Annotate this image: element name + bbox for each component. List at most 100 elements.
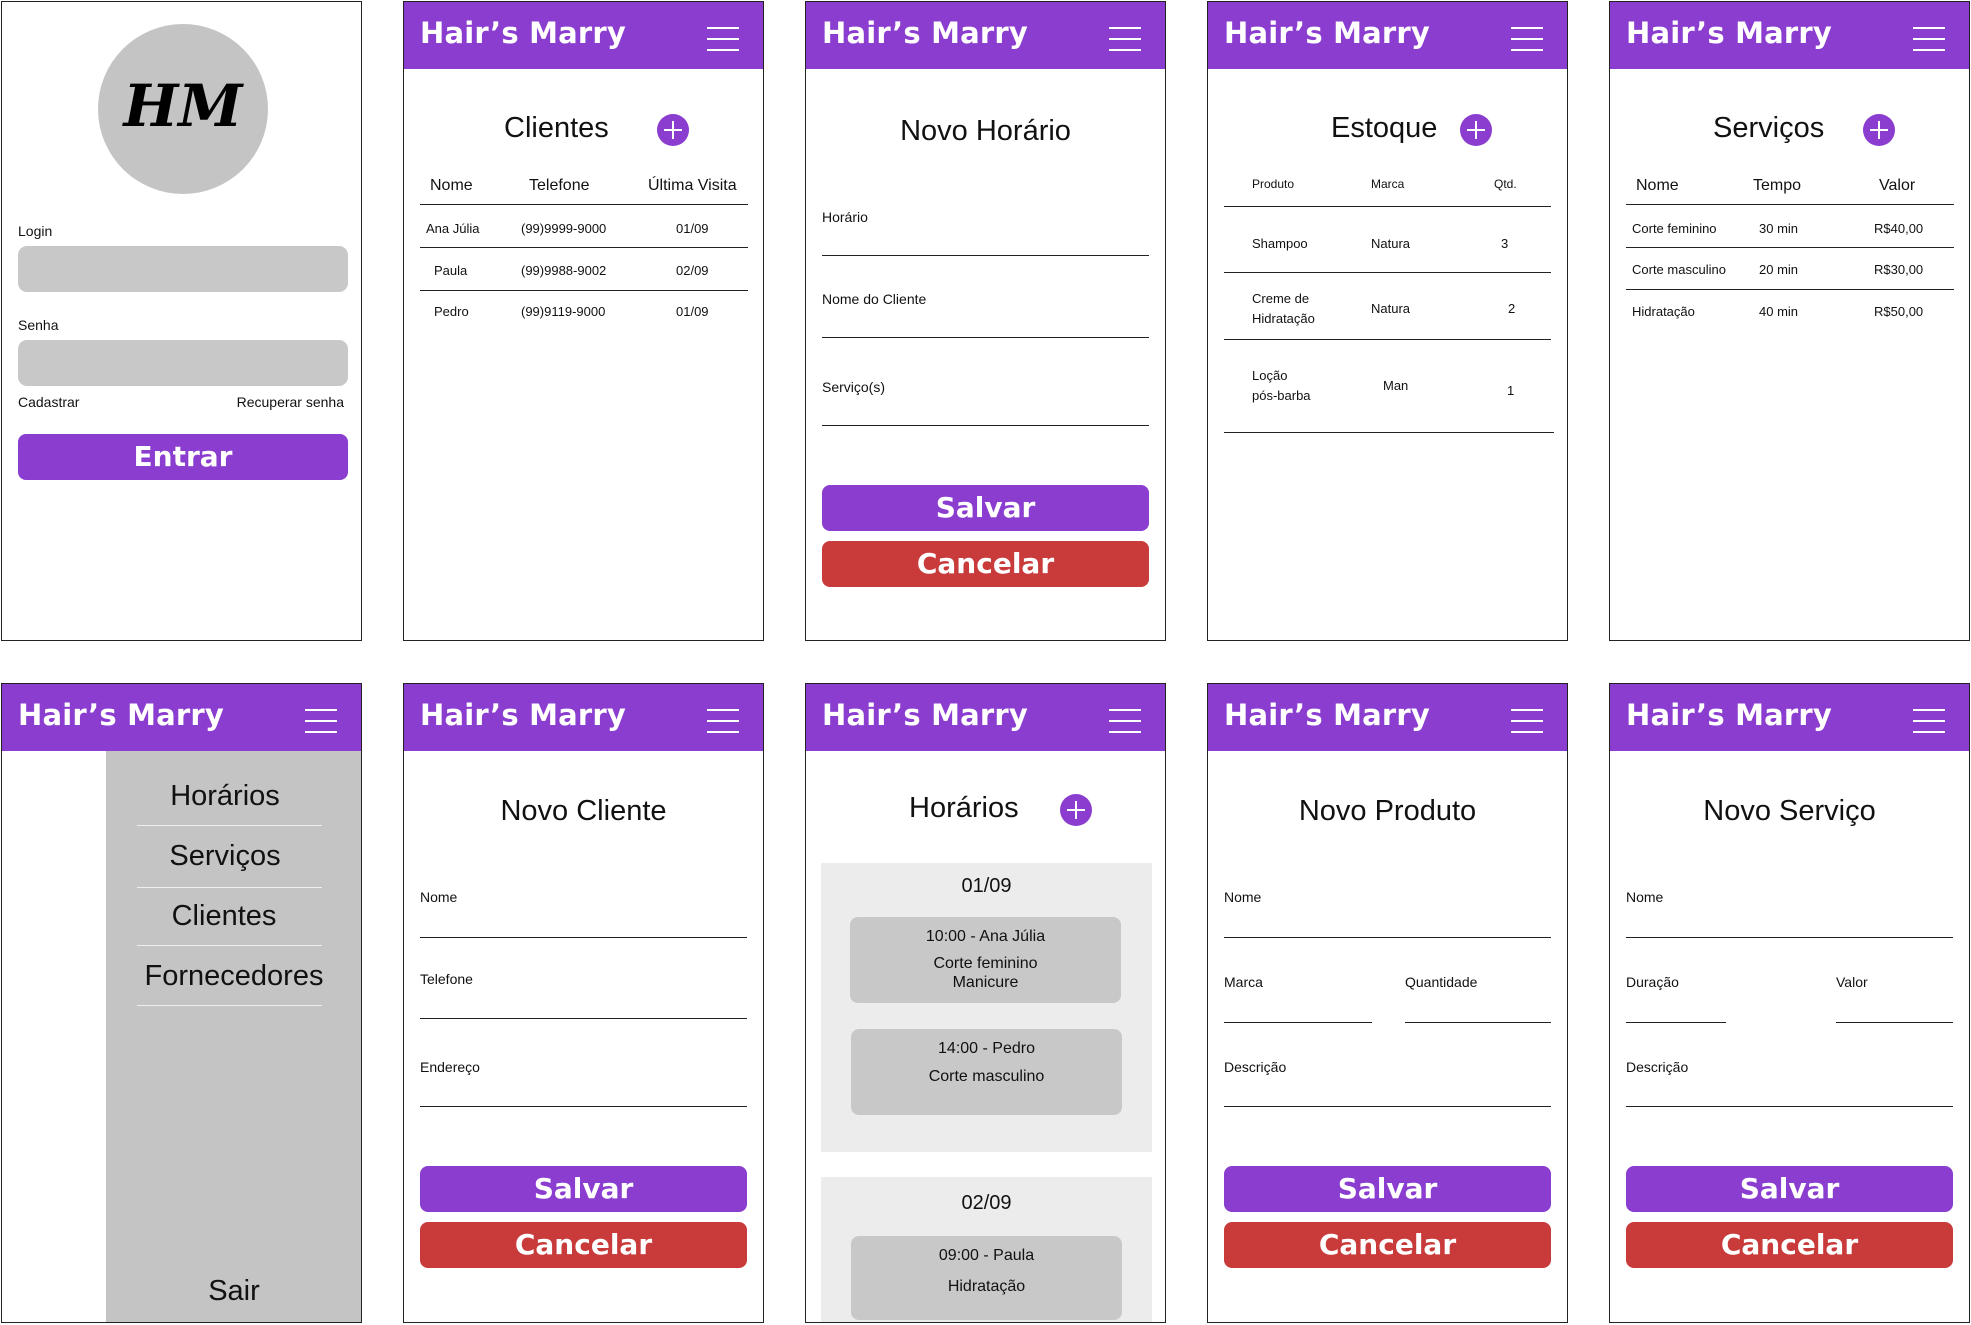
logout-link[interactable]: Sair <box>106 1275 361 1308</box>
field-label: Nome <box>1626 889 1664 905</box>
menu-divider <box>137 887 322 888</box>
phone-input[interactable] <box>420 1018 747 1019</box>
page-title: Novo Serviço <box>1703 795 1876 827</box>
appointment-card[interactable]: 10:00 - Ana Júlia Corte feminino Manicur… <box>850 917 1121 1003</box>
login-screen: HM Login Senha Cadastrar Recuperar senha… <box>1 1 362 641</box>
time-input[interactable] <box>822 255 1149 256</box>
save-button[interactable]: Salvar <box>822 485 1149 531</box>
menu-item-servicos[interactable]: Serviços <box>106 840 344 873</box>
cancel-button[interactable]: Cancelar <box>822 541 1149 587</box>
field-label: Descrição <box>1224 1059 1287 1075</box>
app-header: Hair’s Marry <box>1208 684 1567 751</box>
table-cell: (99)9999-9000 <box>521 221 607 236</box>
menu-icon[interactable] <box>1109 27 1141 51</box>
description-input[interactable] <box>1224 1106 1551 1107</box>
menu-icon[interactable] <box>305 709 337 733</box>
menu-item-horarios[interactable]: Horários <box>106 780 344 813</box>
field-label: Horário <box>822 209 868 225</box>
register-link[interactable]: Cadastrar <box>18 394 79 410</box>
logo: HM <box>98 24 268 194</box>
cancel-button[interactable]: Cancelar <box>420 1222 747 1268</box>
value-input[interactable] <box>1836 1022 1953 1023</box>
page-title: Novo Horário <box>900 115 1071 147</box>
app-header: Hair’s Marry <box>1610 2 1969 69</box>
menu-icon[interactable] <box>1913 27 1945 51</box>
appointment-card[interactable]: 09:00 - Paula Hidratação <box>851 1236 1122 1320</box>
table-cell: Man <box>1383 378 1409 393</box>
app-header: Hair’s Marry <box>806 2 1165 69</box>
brand-title: Hair’s Marry <box>18 698 225 732</box>
table-cell: pós-barba <box>1252 388 1311 403</box>
address-input[interactable] <box>420 1106 747 1107</box>
table-divider <box>420 290 748 291</box>
field-label: Nome do Cliente <box>822 291 927 307</box>
table-cell: 02/09 <box>676 263 709 278</box>
field-label: Endereço <box>420 1059 480 1075</box>
column-header: Nome <box>430 177 473 194</box>
add-product-icon[interactable] <box>1460 114 1492 146</box>
menu-icon[interactable] <box>1511 709 1543 733</box>
save-button[interactable]: Salvar <box>420 1166 747 1212</box>
brand-input[interactable] <box>1224 1022 1372 1023</box>
app-header: Hair’s Marry <box>404 2 763 69</box>
table-cell: 01/09 <box>676 304 709 319</box>
add-service-icon[interactable] <box>1863 114 1895 146</box>
enter-button[interactable]: Entrar <box>18 434 348 480</box>
table-cell: R$50,00 <box>1874 304 1924 319</box>
table-cell: 3 <box>1501 236 1509 251</box>
page-title: Clientes <box>504 112 609 144</box>
menu-icon[interactable] <box>1913 709 1945 733</box>
table-divider <box>1626 289 1954 290</box>
page-title: Horários <box>909 792 1019 824</box>
table-cell: 01/09 <box>676 221 709 236</box>
table-cell: Creme de <box>1252 291 1310 306</box>
recover-password-link[interactable]: Recuperar senha <box>237 394 344 410</box>
day-panel: 01/09 10:00 - Ana Júlia Corte feminino M… <box>821 863 1152 1152</box>
cancel-button[interactable]: Cancelar <box>1626 1222 1953 1268</box>
appointment-card[interactable]: 14:00 - Pedro Corte masculino <box>851 1029 1122 1115</box>
menu-icon[interactable] <box>1109 709 1141 733</box>
save-button[interactable]: Salvar <box>1224 1166 1551 1212</box>
day-date: 02/09 <box>961 1192 1012 1214</box>
add-appointment-icon[interactable] <box>1060 794 1092 826</box>
table-cell: Natura <box>1371 301 1411 316</box>
menu-item-clientes[interactable]: Clientes <box>106 900 342 933</box>
add-client-icon[interactable] <box>657 114 689 146</box>
description-input[interactable] <box>1626 1106 1953 1107</box>
brand-title: Hair’s Marry <box>420 698 627 732</box>
horarios-screen: Hair’s Marry Horários 01/09 10:00 - Ana … <box>805 683 1166 1323</box>
login-input[interactable] <box>18 246 348 292</box>
client-name-input[interactable] <box>822 337 1149 338</box>
table-cell: Shampoo <box>1252 236 1308 251</box>
service-name-input[interactable] <box>1626 937 1953 938</box>
table-cell: 1 <box>1507 383 1515 398</box>
quantity-input[interactable] <box>1405 1022 1551 1023</box>
day-panel: 02/09 09:00 - Paula Hidratação <box>821 1177 1152 1322</box>
novo-produto-screen: Hair’s Marry Novo Produto Nome Marca Qua… <box>1207 683 1568 1323</box>
duration-input[interactable] <box>1626 1022 1726 1023</box>
table-cell: R$30,00 <box>1874 262 1924 277</box>
menu-icon[interactable] <box>707 27 739 51</box>
product-name-input[interactable] <box>1224 937 1551 938</box>
menu-item-fornecedores[interactable]: Fornecedores <box>106 960 361 993</box>
brand-title: Hair’s Marry <box>822 16 1029 50</box>
field-label: Duração <box>1626 974 1679 990</box>
menu-icon[interactable] <box>707 709 739 733</box>
name-input[interactable] <box>420 937 747 938</box>
menu-icon[interactable] <box>1511 27 1543 51</box>
save-button[interactable]: Salvar <box>1626 1166 1953 1212</box>
menu-divider <box>137 1005 322 1006</box>
password-input[interactable] <box>18 340 348 386</box>
column-header: Tempo <box>1753 177 1802 194</box>
cancel-button[interactable]: Cancelar <box>1224 1222 1551 1268</box>
field-label: Serviço(s) <box>822 379 886 395</box>
appointment-time: 10:00 - Ana Júlia <box>925 928 1046 945</box>
menu-divider <box>137 825 322 826</box>
services-input[interactable] <box>822 425 1149 426</box>
table-divider <box>1626 204 1954 205</box>
page-title: Novo Cliente <box>500 795 667 827</box>
field-label: Nome <box>420 889 458 905</box>
table-divider <box>1224 432 1554 433</box>
table-divider <box>1224 206 1551 207</box>
table-cell: Corte masculino <box>1632 262 1726 277</box>
